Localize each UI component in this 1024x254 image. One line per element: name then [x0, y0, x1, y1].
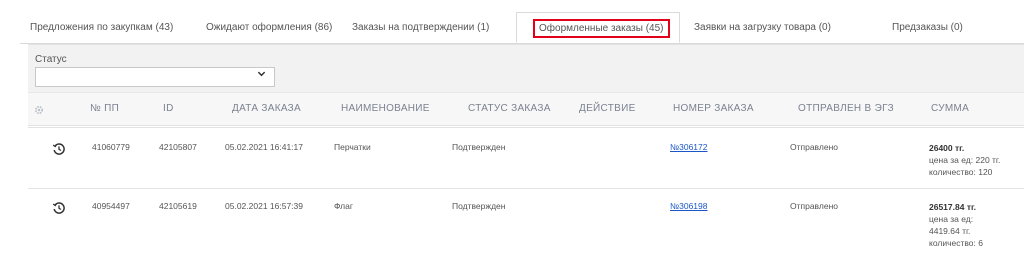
sum-line: 4419.64 тг. [929, 226, 971, 236]
table-row: 41060779 42105807 05.02.2021 16:41:17 Пе… [28, 130, 1024, 189]
cell-sum: 26400 тг. цена за ед: 220 тг. количество… [929, 142, 1000, 178]
column-header-order-number[interactable]: НОМЕР ЗАКАЗА [673, 93, 754, 125]
column-header-pp[interactable]: № ПП [90, 93, 119, 125]
cell-id: 42105807 [159, 142, 197, 152]
column-header-id[interactable]: ID [163, 93, 174, 125]
cell-pp: 41060779 [92, 142, 130, 152]
table-header: № ПП ID ДАТА ЗАКАЗА НАИМЕНОВАНИЕ СТАТУС … [28, 92, 1024, 126]
chevron-down-icon [257, 69, 266, 81]
cell-name: Перчатки [334, 142, 371, 152]
tab-label: Предложения по закупкам (43) [30, 22, 174, 33]
cell-sum: 26517.84 тг. цена за ед: 4419.64 тг. кол… [929, 201, 983, 249]
order-number-link[interactable]: №306172 [670, 142, 707, 153]
order-number-link[interactable]: №306198 [670, 201, 707, 212]
column-header-sum[interactable]: СУММА [931, 93, 969, 125]
cell-id: 42105619 [159, 201, 197, 211]
tab-goods-load-requests[interactable]: Заявки на загрузку товара (0) [690, 12, 835, 43]
tab-label: Предзаказы (0) [892, 22, 963, 33]
gear-icon[interactable] [33, 103, 45, 115]
column-header-sent-egz[interactable]: ОТПРАВЛЕН В ЭГЗ [798, 93, 894, 125]
tab-preorders[interactable]: Предзаказы (0) [888, 12, 967, 43]
cell-name: Флаг [334, 201, 353, 211]
tab-awaiting-registration[interactable]: Ожидают оформления (86) [202, 12, 336, 43]
tab-label: Заявки на загрузку товара (0) [694, 22, 831, 33]
cell-order-date: 05.02.2021 16:57:39 [225, 201, 303, 211]
table-row: 40954497 42105619 05.02.2021 16:57:39 Фл… [28, 189, 1024, 254]
sum-line: цена за ед: 220 тг. [929, 155, 1001, 165]
status-select[interactable] [35, 67, 275, 87]
sum-line: цена за ед: [929, 214, 974, 224]
cell-order-status: Подтвержден [452, 142, 506, 152]
sum-total: 26400 тг. [929, 143, 965, 153]
sum-line: количество: 6 [929, 238, 983, 248]
tab-purchase-offers[interactable]: Предложения по закупкам (43) [26, 12, 177, 43]
tab-label: Заказы на подтверждении (1) [352, 22, 490, 33]
cell-order-date: 05.02.2021 16:41:17 [225, 142, 303, 152]
tab-orders-pending[interactable]: Заказы на подтверждении (1) [348, 12, 493, 43]
tabs-bar: Предложения по закупкам (43) Ожидают офо… [20, 12, 1024, 44]
tab-label: Ожидают оформления (86) [206, 22, 333, 33]
cell-pp: 40954497 [92, 201, 130, 211]
status-filter-label: Статус [35, 54, 67, 65]
cell-sent-egz: Отправлено [790, 201, 838, 211]
column-header-action[interactable]: ДЕЙСТВИЕ [579, 93, 636, 125]
history-icon[interactable] [52, 142, 66, 156]
column-header-order-date[interactable]: ДАТА ЗАКАЗА [232, 93, 301, 125]
cell-sent-egz: Отправлено [790, 142, 838, 152]
sum-total: 26517.84 тг. [929, 202, 977, 212]
divider [28, 127, 1024, 128]
column-header-name[interactable]: НАИМЕНОВАНИЕ [341, 93, 430, 125]
column-header-order-status[interactable]: СТАТУС ЗАКАЗА [468, 93, 551, 125]
sum-line: количество: 120 [929, 167, 993, 177]
cell-order-status: Подтвержден [452, 201, 506, 211]
history-icon[interactable] [52, 201, 66, 215]
tab-placed-orders[interactable]: Оформленные заказы (45) [516, 12, 680, 43]
filter-panel: Статус [28, 44, 1024, 93]
tab-label: Оформленные заказы (45) [533, 19, 670, 38]
